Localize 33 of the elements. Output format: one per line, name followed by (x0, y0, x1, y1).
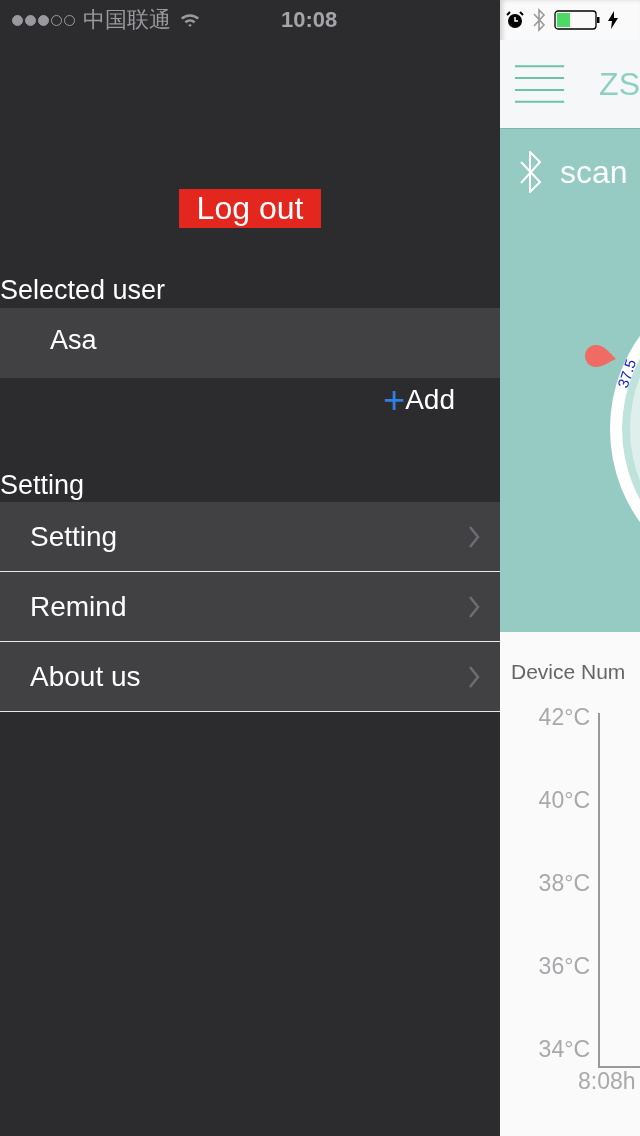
menu-item-label: Remind (30, 590, 127, 623)
user-item[interactable]: Asa (0, 308, 500, 378)
gauge-reading: 37.5 (614, 357, 640, 390)
device-number-label: Device Num (510, 659, 627, 684)
y-axis-label: 36°C (537, 952, 590, 981)
chevron-icon (468, 664, 480, 689)
menu-item-label: About us (30, 660, 141, 693)
alarm-icon (506, 11, 524, 29)
y-axis-label: 38°C (537, 869, 590, 898)
y-axis-label: 42°C (537, 703, 590, 732)
menu-item[interactable]: Remind (0, 572, 500, 642)
menu-icon[interactable] (514, 64, 566, 104)
carrier-name: 中国联通 (83, 6, 171, 34)
add-user-button[interactable]: +Add (382, 378, 455, 422)
menu-item[interactable]: About us (0, 642, 500, 712)
chevron-icon (468, 594, 480, 619)
wifi-icon (179, 11, 201, 29)
y-axis-label: 40°C (537, 786, 590, 815)
section-title: Selected user (0, 274, 167, 307)
status-time: 10:08 (281, 7, 338, 33)
battery-icon (554, 10, 600, 30)
menu-item[interactable]: Setting (0, 502, 500, 572)
app-title: ZS (599, 65, 640, 103)
log-out-button[interactable]: Log out (178, 189, 322, 228)
x-axis-label: 8:08h (577, 1068, 637, 1095)
bluetooth-icon[interactable] (518, 151, 544, 193)
y-axis-label: 34°C (537, 1035, 590, 1064)
section-title: Setting (0, 469, 86, 502)
bluetooth-icon (532, 8, 546, 32)
chevron-icon (468, 524, 480, 549)
charging-icon (608, 11, 618, 29)
plus-icon: + (382, 381, 406, 419)
menu-item-label: Setting (30, 520, 118, 553)
